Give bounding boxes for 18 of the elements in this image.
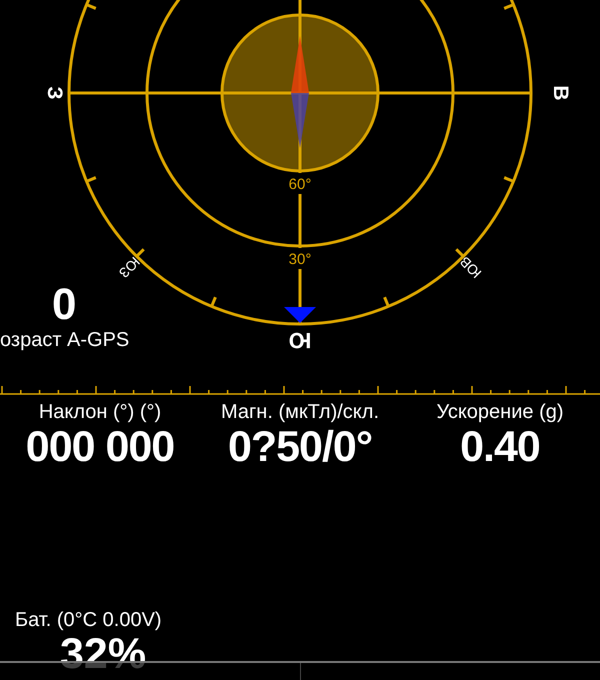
ring-label: 30° [288, 251, 312, 268]
direction-label: З [43, 86, 66, 100]
readout-label: Магн. (мкТл)/скл. [220, 400, 380, 424]
direction-label: ЮВ [456, 254, 484, 282]
agps-label: озраст A-GPS [0, 328, 130, 352]
agps-value: 0 [51, 282, 78, 328]
direction-label: В [549, 85, 572, 101]
readout-value: 0.40 [460, 424, 540, 470]
direction-label: Ю [288, 328, 312, 353]
direction-label: ЮЗ [116, 254, 144, 282]
compass-needle-icon [291, 36, 309, 148]
readout-value: 000 000 [26, 424, 174, 470]
readout-label: Наклон (°) (°) [38, 400, 162, 424]
ring-label: 60° [288, 176, 312, 193]
heading-marker-icon [284, 307, 316, 323]
battery-label: Бат. (0°C 0.00V) [15, 608, 163, 632]
readout-value: 0?50/0° [228, 424, 372, 470]
readout-label: Ускорение (g) [436, 400, 564, 424]
